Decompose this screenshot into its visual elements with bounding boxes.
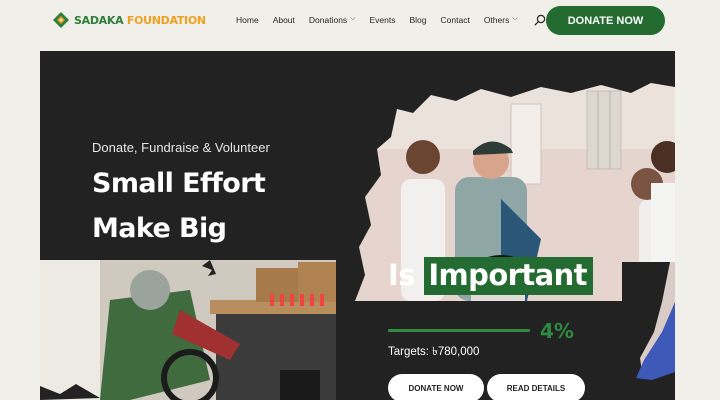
read-details-button[interactable]: READ DETAILS xyxy=(487,374,585,400)
nav-item-contact[interactable]: Contact xyxy=(441,15,470,25)
hero-title-highlight: Important xyxy=(424,257,593,295)
hero-subtitle: Donate, Fundraise & Volunteer xyxy=(92,140,270,155)
logo-name-part2: FOUNDATION xyxy=(123,13,206,27)
hero-donate-now-button[interactable]: DONATE NOW xyxy=(388,374,484,400)
donation-progress-bar xyxy=(388,329,530,332)
hero-title-line-2: Make Big xyxy=(92,213,227,244)
chevron-down-icon: ⌵ xyxy=(350,15,356,22)
site-logo[interactable]: SADAKA FOUNDATION xyxy=(52,11,206,29)
nav-item-label: Home xyxy=(236,15,259,25)
donation-target: Targets: ৳780,000 xyxy=(388,346,480,358)
hero-photo-fragment xyxy=(622,262,675,400)
donate-now-button[interactable]: DONATE NOW xyxy=(546,6,665,35)
site-header: SADAKA FOUNDATION Home About Donations ⌵ … xyxy=(0,0,720,42)
nav-item-label: Others xyxy=(483,15,510,25)
nav-item-home[interactable]: Home xyxy=(236,15,259,25)
nav-item-label: About xyxy=(272,15,295,25)
chevron-down-icon: ⌵ xyxy=(512,15,518,22)
donation-progress-label: 4% xyxy=(540,319,574,343)
hero-section: Donate, Fundraise & Volunteer Small Effo… xyxy=(40,51,675,400)
nav-item-events[interactable]: Events xyxy=(370,15,396,25)
hero-title-line-1: Small Effort xyxy=(92,168,266,199)
nav-item-about[interactable]: About xyxy=(273,15,295,25)
main-nav: Home About Donations ⌵ Events Blog Contac… xyxy=(236,14,546,26)
photo-fragment-image xyxy=(622,262,675,400)
logo-text: SADAKA FOUNDATION xyxy=(74,14,206,27)
brush-stroke-mask xyxy=(40,260,216,400)
logo-name-part1: SADAKA xyxy=(74,13,124,27)
nav-item-label: Donations xyxy=(308,15,348,25)
nav-item-label: Contact xyxy=(440,15,470,25)
nav-item-label: Blog xyxy=(409,15,427,25)
logo-icon xyxy=(53,12,69,28)
nav-item-donations[interactable]: Donations ⌵ xyxy=(309,15,356,25)
nav-item-label: Events xyxy=(369,15,396,25)
hero-photo-wheelchair xyxy=(40,260,336,400)
donation-progress-fill xyxy=(388,329,530,332)
hero-title-prefix: Is xyxy=(388,258,425,292)
nav-item-others[interactable]: Others ⌵ xyxy=(484,15,518,25)
search-icon[interactable] xyxy=(534,14,546,26)
nav-item-blog[interactable]: Blog xyxy=(410,15,427,25)
hero-title-line-3: Is Important xyxy=(388,257,593,295)
